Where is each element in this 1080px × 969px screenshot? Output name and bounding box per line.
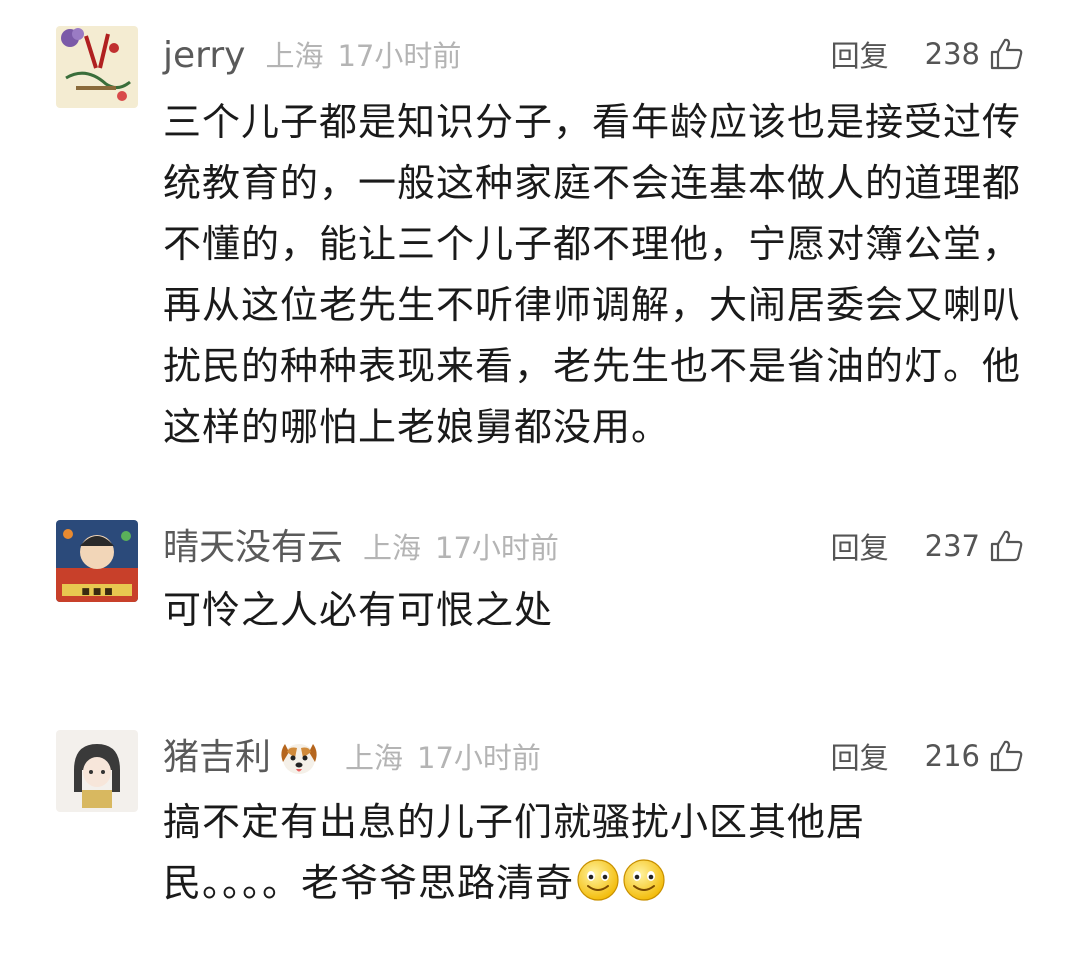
location: 上海 xyxy=(265,39,324,73)
reply-button[interactable]: 回复 xyxy=(831,525,889,567)
dog-face-icon xyxy=(281,744,317,774)
timestamp: 17小时前 xyxy=(435,531,559,565)
timestamp: 17小时前 xyxy=(337,39,462,73)
username[interactable]: 猪吉利 xyxy=(163,732,271,784)
thumbs-up-icon xyxy=(990,530,1023,562)
like-button[interactable]: 237 xyxy=(925,528,1024,564)
username[interactable]: jerry xyxy=(163,30,245,82)
timestamp: 17小时前 xyxy=(417,741,541,775)
avatar[interactable] xyxy=(56,730,138,812)
comment-text: 三个儿子都是知识分子，看年龄应该也是接受过传统教育的，一般这种家庭不会连基本做人… xyxy=(163,100,1022,449)
like-count: 237 xyxy=(924,529,980,563)
like-count: 216 xyxy=(924,739,980,773)
comment-text: 可怜之人必有可恨之处 xyxy=(163,588,554,632)
username[interactable]: 晴天没有云 xyxy=(163,522,343,574)
thumbs-up-icon xyxy=(990,740,1023,772)
comment-item: 猪吉利 上海 17小时前 回复 216 搞不定有出息的儿子们就骚扰小区其他居民。… xyxy=(0,700,1080,969)
comment-text-content: 搞不定有出息的儿子们就骚扰小区其他居民。。。。老爷爷思路清奇 xyxy=(163,800,866,905)
smiley-icon xyxy=(577,859,619,901)
location: 上海 xyxy=(363,531,422,565)
comment-item: jerry 上海 17小时前 回复 238 三个儿子都是知识分子，看年龄应该也是… xyxy=(0,0,1080,470)
like-count: 238 xyxy=(924,37,980,71)
thumbs-up-icon xyxy=(990,38,1023,70)
avatar[interactable] xyxy=(56,26,138,108)
comment-item: ■ ■ ■ 晴天没有云 上海 17小时前 回复 237 可怜之人必有可恨之处 xyxy=(0,470,1080,700)
smiley-icon xyxy=(623,859,665,901)
comment-text: 搞不定有出息的儿子们就骚扰小区其他居民。。。。老爷爷思路清奇 xyxy=(163,792,903,914)
like-button[interactable]: 216 xyxy=(925,738,1024,774)
svg-text:■ ■ ■: ■ ■ ■ xyxy=(81,587,112,597)
reply-button[interactable]: 回复 xyxy=(831,33,889,75)
avatar[interactable]: ■ ■ ■ xyxy=(56,520,138,602)
reply-button[interactable]: 回复 xyxy=(831,735,889,777)
like-button[interactable]: 238 xyxy=(925,36,1024,72)
location: 上海 xyxy=(345,741,404,775)
